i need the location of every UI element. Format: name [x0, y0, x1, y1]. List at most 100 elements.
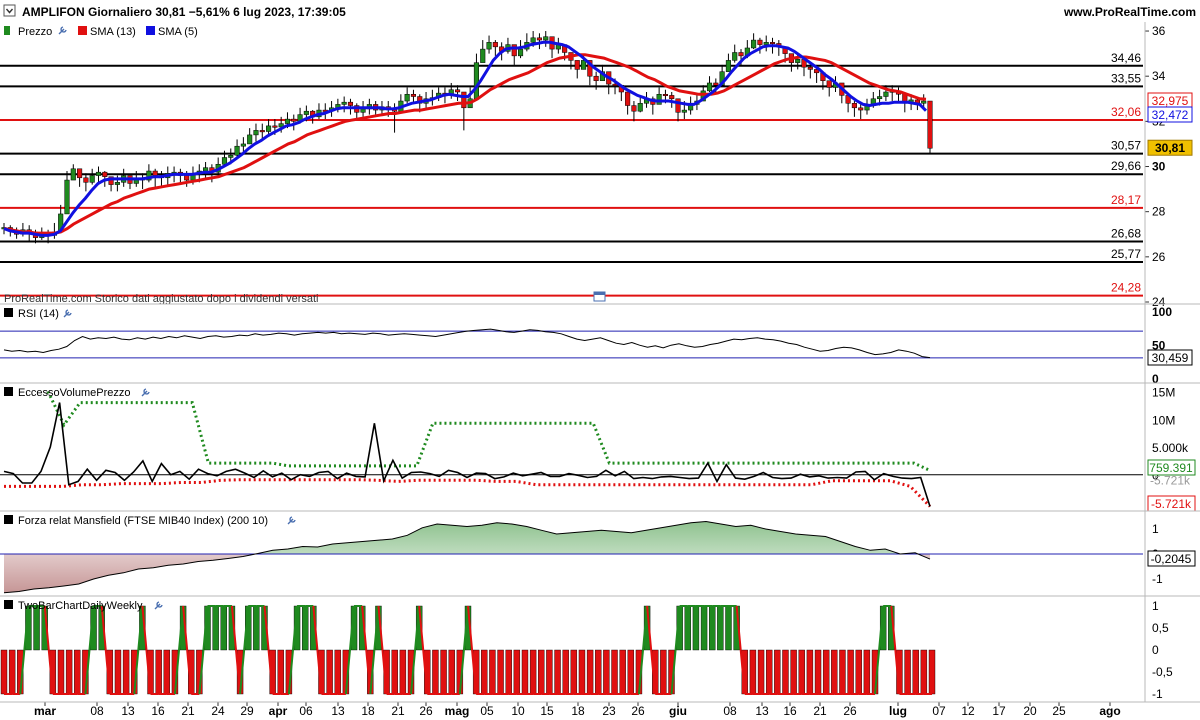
- candle-body: [266, 125, 272, 132]
- wrench-icon[interactable]: [287, 516, 296, 525]
- candle-body: [580, 60, 587, 70]
- twobar-bar: [692, 605, 700, 651]
- twobar-bar: [440, 649, 447, 695]
- candle-body: [631, 105, 637, 112]
- twobar-bar: [0, 649, 8, 695]
- rsi-axis-label: 100: [1152, 305, 1172, 319]
- sma5-color-swatch: [146, 26, 155, 35]
- twobar-bar: [709, 605, 716, 651]
- collapse-toggle-icon[interactable]: [3, 4, 16, 17]
- candle-body: [492, 42, 498, 48]
- x-axis-label: 24: [211, 704, 225, 718]
- twobar-bar: [253, 605, 260, 651]
- x-axis-label: ago: [1099, 704, 1120, 718]
- price-color-swatch: [4, 26, 10, 35]
- header: AMPLIFON Giornaliero 30,81 −5,61% 6 lug …: [0, 0, 1200, 22]
- candle-body: [725, 60, 731, 72]
- x-axis-label: 13: [755, 704, 769, 718]
- mansfield-value-tag: -0,2045: [1151, 552, 1192, 566]
- candle-body: [303, 110, 309, 115]
- x-axis-label: 29: [240, 704, 254, 718]
- candle-body: [284, 118, 291, 124]
- x-axis-label: mar: [34, 704, 56, 718]
- volume-excess-line: [3, 402, 931, 507]
- candle-body: [77, 168, 83, 179]
- candle-body: [769, 42, 776, 45]
- calendar-icon[interactable]: [593, 291, 606, 302]
- x-axis-label: 20: [1023, 704, 1037, 718]
- volume-axis-label: 5.000k: [1152, 441, 1189, 455]
- candle-body: [675, 98, 681, 113]
- twobar-bar: [481, 649, 488, 695]
- twobar-bar: [725, 605, 732, 651]
- twobar-bar: [155, 649, 162, 695]
- price-panel[interactable]: 34,46 33,55 32,06 30,57 29,66 28,17 26,68 25,77…: [0, 24, 1193, 309]
- candle-body: [83, 177, 89, 183]
- candle-body: [536, 37, 542, 41]
- wrench-icon[interactable]: [154, 601, 163, 610]
- twobar-bar: [765, 649, 773, 695]
- twobar-bar: [538, 649, 545, 695]
- twobar-bar: [928, 649, 936, 695]
- twobar-bar: [578, 649, 586, 695]
- candle-body: [70, 168, 76, 181]
- price-axis-label: 34: [1152, 69, 1166, 83]
- x-axis-label: lug: [889, 704, 907, 718]
- volume-panel[interactable]: 15M10M5.000k0-5.721k759.391-5.721k: [0, 386, 1196, 512]
- twobar-bar: [212, 605, 219, 651]
- level-label: 29,66: [1111, 159, 1141, 173]
- level-label: 28,17: [1111, 193, 1141, 207]
- twobar-bar: [529, 649, 537, 695]
- twobar-panel[interactable]: 1 0,5 0 -0,5 -1: [0, 599, 1173, 701]
- wrench-icon[interactable]: [141, 388, 150, 397]
- data-source-note: ProRealTime.com Storico dati aggiustato …: [4, 293, 318, 305]
- twobar-bar: [611, 649, 618, 695]
- level-label: 26,68: [1111, 226, 1141, 240]
- x-axis-label: 21: [181, 704, 195, 718]
- twobar-bar: [399, 649, 407, 695]
- wrench-icon[interactable]: [63, 309, 72, 318]
- candle-body: [461, 91, 467, 109]
- site-label[interactable]: www.ProRealTime.com: [1063, 5, 1196, 19]
- candle-body: [795, 59, 801, 63]
- twobar-bar: [277, 649, 284, 695]
- sma5-legend-label: SMA (5): [158, 26, 198, 38]
- candle-body: [530, 37, 536, 43]
- candle-body: [826, 80, 832, 88]
- candle-body: [234, 145, 240, 156]
- candle-body: [625, 91, 631, 106]
- wrench-icon[interactable]: [58, 26, 67, 35]
- mansfield-panel[interactable]: 10-1-0,2045: [0, 520, 1196, 594]
- twobar-bar: [546, 649, 553, 695]
- twobar-bar: [619, 649, 626, 695]
- candle-body: [858, 107, 864, 111]
- x-axis-label: 21: [813, 704, 827, 718]
- rsi-panel[interactable]: 10050030,459: [0, 305, 1193, 386]
- candle-body: [656, 94, 662, 105]
- mansfield-panel-header: Forza relat Mansfield (FTSE MIB40 Index)…: [4, 515, 296, 527]
- candle-body: [637, 103, 643, 112]
- twobar-bar: [831, 649, 838, 695]
- candle-body: [221, 157, 228, 165]
- twobar-bar: [163, 649, 171, 695]
- twobar-axis-label: -0,5: [1152, 665, 1173, 679]
- price-axis-label: 28: [1152, 205, 1166, 219]
- level-label: 25,77: [1111, 247, 1141, 261]
- twobar-bar: [570, 649, 578, 695]
- twobar-panel-header: TwoBarChartDailyWeekly: [4, 600, 163, 612]
- candle-body: [347, 101, 354, 106]
- candle-body: [64, 179, 70, 215]
- volume-panel-title: EccessoVolumePrezzo: [18, 387, 131, 399]
- candle-body: [757, 39, 763, 45]
- x-axis-label: 25: [1052, 704, 1066, 718]
- twobar-bar: [798, 649, 805, 695]
- twobar-bar: [74, 649, 81, 695]
- candle-body: [341, 101, 347, 105]
- volume-axis-label: 10M: [1152, 413, 1175, 427]
- candle-body: [662, 94, 668, 97]
- chart-canvas[interactable]: AMPLIFON Giornaliero 30,81 −5,61% 6 lug …: [0, 0, 1200, 720]
- twobar-bar: [521, 649, 529, 695]
- twobar-bar: [749, 649, 757, 695]
- candle-body: [95, 171, 102, 176]
- x-axis-label: 10: [511, 704, 525, 718]
